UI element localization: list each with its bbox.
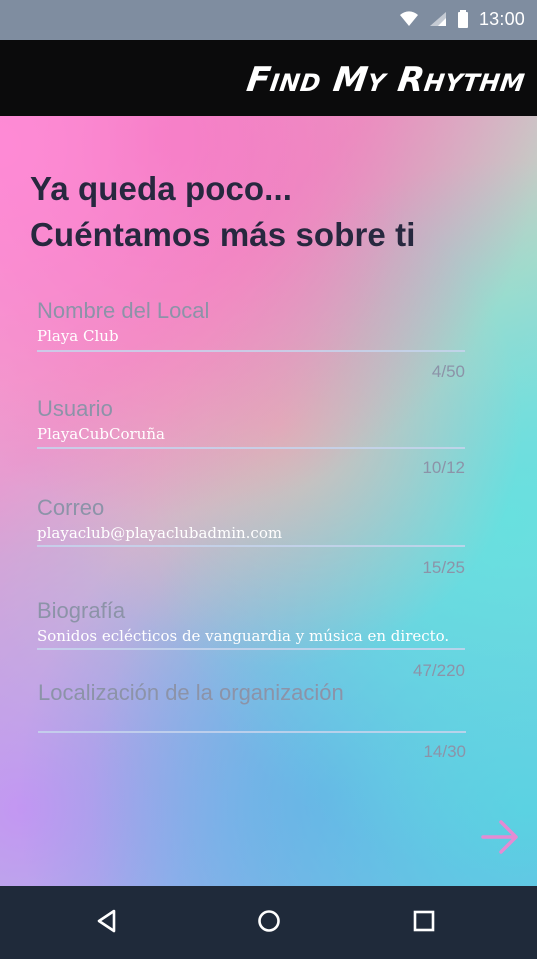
location-counter: 14/30: [423, 742, 466, 761]
email-label: Correo: [37, 495, 105, 520]
username-label: Usuario: [37, 396, 113, 421]
venue-name-input[interactable]: Playa Club: [37, 326, 119, 346]
app-title: Find My Rhythm: [244, 60, 528, 100]
back-button[interactable]: [92, 908, 122, 938]
next-button[interactable]: [478, 814, 524, 860]
home-button[interactable]: [254, 908, 284, 938]
venue-name-field[interactable]: Nombre del Local Playa Club 4/50: [37, 298, 465, 381]
username-counter: 10/12: [422, 458, 465, 477]
arrow-right-icon: [478, 820, 524, 864]
username-input[interactable]: PlayaCubCoruña: [37, 424, 165, 444]
location-field[interactable]: Localización de la organización 14/30: [38, 680, 466, 764]
recents-icon: [411, 908, 437, 938]
biography-counter: 47/220: [413, 661, 465, 680]
form-heading: Ya queda poco... Cuéntamos más sobre ti: [30, 166, 415, 258]
email-underline: [37, 545, 465, 547]
back-icon: [94, 908, 120, 938]
venue-name-underline: [37, 350, 465, 352]
location-underline: [38, 731, 466, 733]
biography-underline: [37, 648, 465, 650]
wifi-icon: [399, 11, 419, 27]
status-icons: 13:00: [399, 8, 525, 30]
recents-button[interactable]: [409, 908, 439, 938]
signal-icon: [429, 11, 447, 27]
email-field[interactable]: Correo playaclub@playaclubadmin.com 15/2…: [37, 495, 465, 577]
location-label: Localización de la organización: [38, 680, 344, 705]
venue-name-label: Nombre del Local: [37, 298, 210, 323]
email-counter: 15/25: [422, 558, 465, 577]
navigation-bar: [0, 886, 537, 959]
biography-input[interactable]: Sonidos eclécticos de vanguardia y músic…: [37, 626, 449, 646]
venue-name-counter: 4/50: [431, 362, 465, 381]
screen: 13:00 Find My Rhythm Ya queda poco... Cu…: [0, 0, 537, 959]
username-field[interactable]: Usuario PlayaCubCoruña 10/12: [37, 396, 465, 477]
biography-label: Biografía: [37, 598, 126, 623]
signup-form: Ya queda poco... Cuéntamos más sobre ti …: [0, 116, 537, 886]
username-underline: [37, 447, 465, 449]
email-input[interactable]: playaclub@playaclubadmin.com: [37, 523, 282, 543]
form-heading-line2: Cuéntamos más sobre ti: [30, 216, 416, 253]
app-bar: Find My Rhythm: [0, 40, 537, 116]
battery-icon: [457, 10, 469, 28]
home-icon: [256, 908, 282, 938]
status-bar: 13:00: [0, 0, 537, 40]
form-heading-line1: Ya queda poco...: [30, 170, 292, 207]
biography-field[interactable]: Biografía Sonidos eclécticos de vanguard…: [37, 598, 465, 680]
status-time: 13:00: [478, 8, 525, 29]
